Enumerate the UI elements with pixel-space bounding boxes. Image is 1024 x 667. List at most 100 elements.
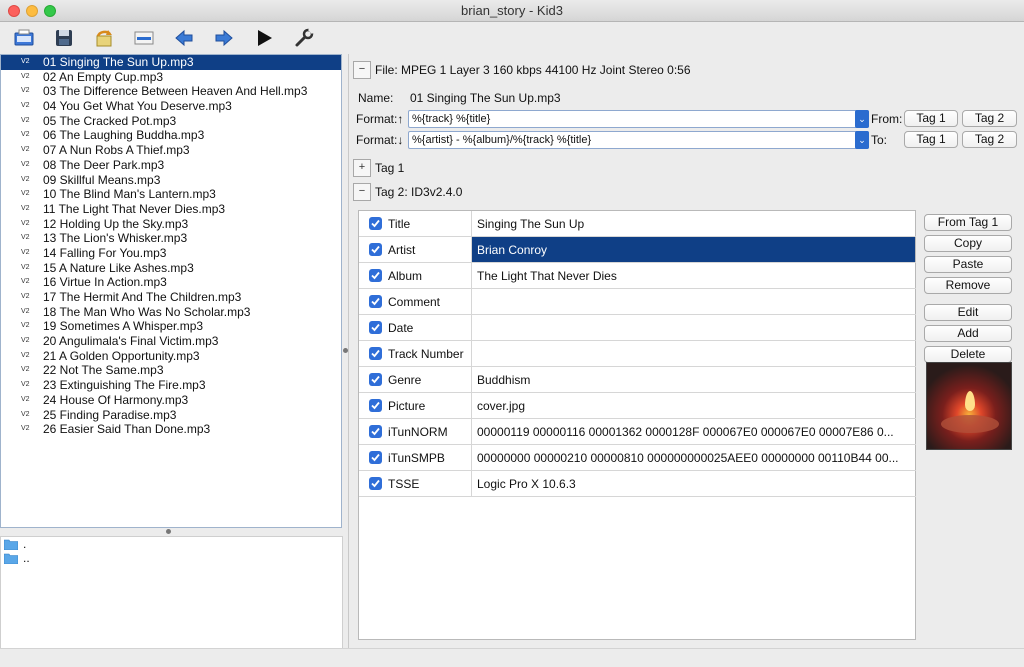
- to-tag1-button[interactable]: Tag 1: [904, 131, 958, 148]
- tag-field-value[interactable]: Brian Conroy: [471, 237, 915, 262]
- tag-enabled-checkbox[interactable]: [369, 269, 382, 282]
- file-list-item[interactable]: V2 13 The Lion's Whisker.mp3: [1, 231, 341, 246]
- file-name: 24 House Of Harmony.mp3: [43, 392, 189, 407]
- revert-button[interactable]: [90, 24, 118, 52]
- file-list-item[interactable]: V2 16 Virtue In Action.mp3: [1, 275, 341, 290]
- copy-button[interactable]: Copy: [924, 235, 1012, 252]
- remove-button[interactable]: Remove: [924, 277, 1012, 294]
- cover-art-image[interactable]: [926, 362, 1012, 450]
- file-list-item[interactable]: V2 14 Falling For You.mp3: [1, 246, 341, 261]
- tag-row[interactable]: Genre Buddhism: [359, 367, 916, 393]
- file-list-item[interactable]: V2 22 Not The Same.mp3: [1, 363, 341, 378]
- tag-row[interactable]: TSSE Logic Pro X 10.6.3: [359, 471, 916, 497]
- tag-field-value[interactable]: The Light That Never Dies: [471, 263, 915, 288]
- file-list-item[interactable]: V2 09 Skillful Means.mp3: [1, 173, 341, 188]
- tag-row[interactable]: Picture cover.jpg: [359, 393, 916, 419]
- tag-field-name: Genre: [388, 373, 422, 387]
- tag-enabled-checkbox[interactable]: [369, 347, 382, 360]
- add-button[interactable]: Add: [924, 325, 1012, 342]
- file-list-item[interactable]: V2 06 The Laughing Buddha.mp3: [1, 128, 341, 143]
- file-list-item[interactable]: V2 18 The Man Who Was No Scholar.mp3: [1, 305, 341, 320]
- previous-file-button[interactable]: [170, 24, 198, 52]
- chevron-down-icon[interactable]: ⌄: [855, 110, 869, 128]
- file-list[interactable]: V2 01 Singing The Sun Up.mp3 V2 02 An Empty…: [0, 54, 342, 528]
- file-list-item[interactable]: V2 26 Easier Said Than Done.mp3: [1, 422, 341, 437]
- from-tag2-button[interactable]: Tag 2: [962, 110, 1017, 127]
- file-list-item[interactable]: V2 08 The Deer Park.mp3: [1, 158, 341, 173]
- file-name: 07 A Nun Robs A Thief.mp3: [43, 143, 190, 158]
- tag-field-value[interactable]: 00000119 00000116 00001362 0000128F 0000…: [471, 419, 915, 444]
- open-folder-icon: [14, 29, 34, 46]
- file-list-item[interactable]: V2 25 Finding Paradise.mp3: [1, 408, 341, 423]
- delete-button[interactable]: Delete: [924, 346, 1012, 363]
- file-list-item[interactable]: V2 04 You Get What You Deserve.mp3: [1, 99, 341, 114]
- from-tag1-copy-button[interactable]: From Tag 1: [924, 214, 1012, 231]
- minimize-window-button[interactable]: [26, 5, 38, 17]
- horizontal-splitter[interactable]: [0, 528, 343, 536]
- tag-field-value[interactable]: Singing The Sun Up: [471, 211, 915, 236]
- tag-field-value[interactable]: [471, 341, 915, 366]
- tag-field-value[interactable]: 00000000 00000210 00000810 000000000025A…: [471, 445, 915, 470]
- file-list-item[interactable]: V2 17 The Hermit And The Children.mp3: [1, 290, 341, 305]
- tag-row[interactable]: Artist Brian Conroy: [359, 237, 916, 263]
- close-window-button[interactable]: [8, 5, 20, 17]
- file-list-item[interactable]: V2 20 Angulimala's Final Victim.mp3: [1, 334, 341, 349]
- tag-enabled-checkbox[interactable]: [369, 399, 382, 412]
- tag-enabled-checkbox[interactable]: [369, 243, 382, 256]
- file-list-item[interactable]: V2 02 An Empty Cup.mp3: [1, 70, 341, 85]
- directory-item[interactable]: ..: [1, 551, 342, 565]
- tag1-expand-button[interactable]: +: [353, 159, 371, 177]
- tag-table[interactable]: Title Singing The Sun Up Artist Brian Conro…: [358, 210, 916, 640]
- settings-button[interactable]: [290, 24, 318, 52]
- file-list-item[interactable]: V2 10 The Blind Man's Lantern.mp3: [1, 187, 341, 202]
- file-list-item[interactable]: V2 03 The Difference Between Heaven And H…: [1, 84, 341, 99]
- file-list-item[interactable]: V2 19 Sometimes A Whisper.mp3: [1, 319, 341, 334]
- name-value[interactable]: 01 Singing The Sun Up.mp3: [410, 91, 561, 105]
- tag-enabled-checkbox[interactable]: [369, 425, 382, 438]
- format-down-combo[interactable]: %{artist} - %{album}/%{track} %{title} ⌄: [408, 131, 869, 149]
- tag-row[interactable]: Comment: [359, 289, 916, 315]
- tag-field-value[interactable]: Buddhism: [471, 367, 915, 392]
- tag-row[interactable]: iTunSMPB 00000000 00000210 00000810 0000…: [359, 445, 916, 471]
- tag-row[interactable]: Title Singing The Sun Up: [359, 211, 916, 237]
- tag-row[interactable]: Track Number: [359, 341, 916, 367]
- tag-enabled-checkbox[interactable]: [369, 477, 382, 490]
- file-list-item[interactable]: V2 23 Extinguishing The Fire.mp3: [1, 378, 341, 393]
- tag-row[interactable]: iTunNORM 00000119 00000116 00001362 0000…: [359, 419, 916, 445]
- file-list-item[interactable]: V2 01 Singing The Sun Up.mp3: [1, 55, 341, 70]
- to-tag2-button[interactable]: Tag 2: [962, 131, 1017, 148]
- tag-enabled-checkbox[interactable]: [369, 217, 382, 230]
- file-list-item[interactable]: V2 12 Holding Up the Sky.mp3: [1, 217, 341, 232]
- open-folder-button[interactable]: [10, 24, 38, 52]
- from-tag1-button[interactable]: Tag 1: [904, 110, 958, 127]
- rename-button[interactable]: [130, 24, 158, 52]
- next-file-button[interactable]: [210, 24, 238, 52]
- file-list-item[interactable]: V2 21 A Golden Opportunity.mp3: [1, 349, 341, 364]
- tag-row[interactable]: Date: [359, 315, 916, 341]
- format-up-combo[interactable]: %{track} %{title} ⌄: [408, 110, 869, 128]
- file-section-collapse-button[interactable]: −: [353, 61, 371, 79]
- play-button[interactable]: [250, 24, 278, 52]
- tag-row[interactable]: Album The Light That Never Dies: [359, 263, 916, 289]
- paste-button[interactable]: Paste: [924, 256, 1012, 273]
- file-list-item[interactable]: V2 07 A Nun Robs A Thief.mp3: [1, 143, 341, 158]
- file-list-item[interactable]: V2 24 House Of Harmony.mp3: [1, 393, 341, 408]
- save-button[interactable]: [50, 24, 78, 52]
- file-list-item[interactable]: V2 15 A Nature Like Ashes.mp3: [1, 261, 341, 276]
- to-label: To:: [871, 133, 888, 147]
- file-list-item[interactable]: V2 11 The Light That Never Dies.mp3: [1, 202, 341, 217]
- tag-enabled-checkbox[interactable]: [369, 295, 382, 308]
- file-list-item[interactable]: V2 05 The Cracked Pot.mp3: [1, 114, 341, 129]
- tag2-collapse-button[interactable]: −: [353, 183, 371, 201]
- tag-field-value[interactable]: [471, 315, 915, 340]
- tag-field-value[interactable]: Logic Pro X 10.6.3: [471, 471, 915, 496]
- chevron-down-icon[interactable]: ⌄: [855, 131, 869, 149]
- edit-button[interactable]: Edit: [924, 304, 1012, 321]
- tag-enabled-checkbox[interactable]: [369, 321, 382, 334]
- tag-field-value[interactable]: [471, 289, 915, 314]
- directory-item[interactable]: .: [1, 537, 342, 551]
- tag-field-value[interactable]: cover.jpg: [471, 393, 915, 418]
- tag-enabled-checkbox[interactable]: [369, 451, 382, 464]
- zoom-window-button[interactable]: [44, 5, 56, 17]
- tag-enabled-checkbox[interactable]: [369, 373, 382, 386]
